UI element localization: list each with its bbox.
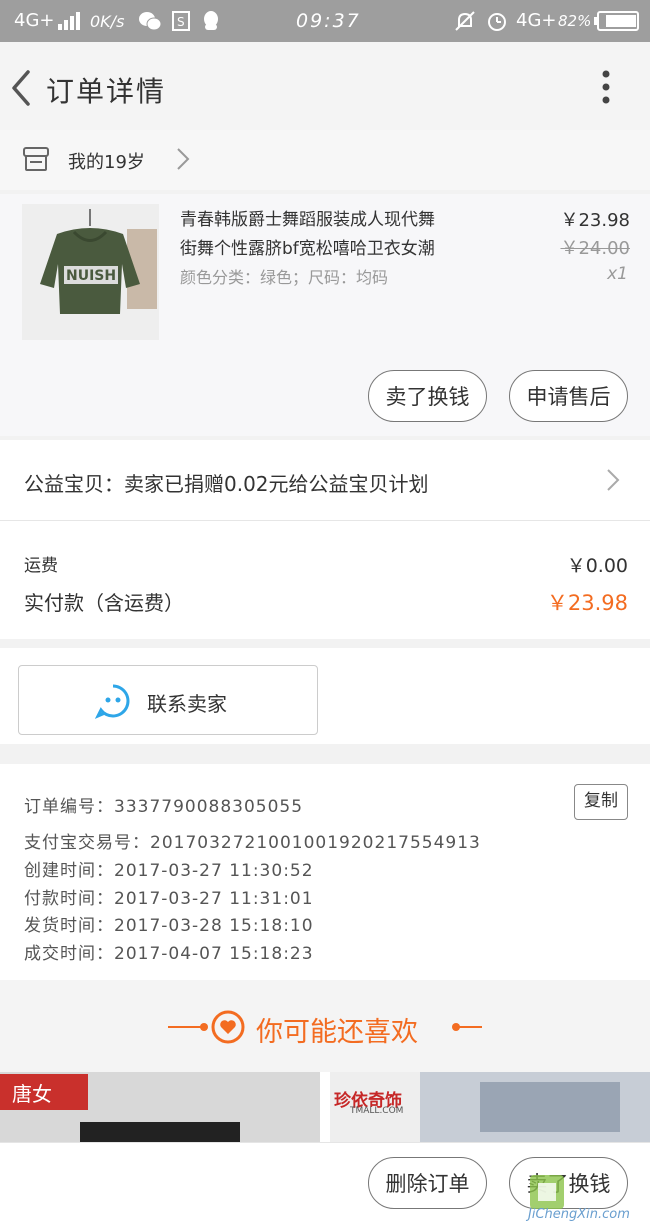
store-icon	[22, 146, 50, 176]
sell-exchange-button-bottom[interactable]: 卖了换钱	[509, 1157, 628, 1209]
shipping-label: 运费	[24, 556, 58, 576]
fees-section: 运费 ￥0.00 实付款（含运费） ￥23.98	[0, 521, 650, 639]
recommend-title: 你可能还喜欢	[256, 1017, 418, 1048]
paid-time: 付款时间：2017-03-27 11:31:01	[24, 889, 314, 909]
contact-seller-label: 联系卖家	[147, 692, 227, 716]
watermark-text: JiChengXin.com	[528, 1207, 630, 1222]
shipped-time: 发货时间：2017-03-28 15:18:10	[24, 916, 314, 936]
shop-row[interactable]: 我的19岁	[0, 130, 650, 190]
paid-label: 实付款（含运费）	[24, 591, 184, 615]
heart-icon	[211, 1010, 245, 1048]
product-title-line2: 街舞个性露脐bf宽松嘻哈卫衣女潮	[180, 239, 435, 259]
recommend-card-2[interactable]: 珍依奇饰 TMALL.COM	[330, 1072, 650, 1142]
network-indicator: 4G+	[14, 10, 55, 31]
dot-left	[200, 1023, 208, 1031]
completed-time: 成交时间：2017-04-07 15:18:23	[24, 944, 314, 964]
product-thumb	[80, 1122, 240, 1142]
signal-icon	[58, 12, 80, 35]
alipay-number: 支付宝交易号：2017032721001001920217554913	[24, 833, 481, 853]
brand-sub: TMALL.COM	[350, 1106, 404, 1116]
product-title[interactable]: 青春韩版爵士舞蹈服装成人现代舞 街舞个性露脐bf宽松嘻哈卫衣女潮	[180, 206, 515, 264]
alarm-icon	[486, 10, 508, 37]
recommend-card-1[interactable]: 唐女	[0, 1072, 320, 1142]
divider-right	[458, 1026, 482, 1028]
recommend-list: 唐女 珍依奇饰 TMALL.COM	[0, 1072, 650, 1142]
contact-seller-button[interactable]: 联系卖家	[18, 665, 318, 735]
shipping-value: ￥0.00	[566, 555, 628, 577]
divider-left	[168, 1026, 204, 1028]
chevron-right-icon	[606, 468, 620, 496]
product-item[interactable]: NUISH 青春韩版爵士舞蹈服装成人现代舞 街舞个性露脐bf宽松嘻哈卫衣女潮 颜…	[0, 194, 650, 436]
chat-icon	[94, 683, 131, 723]
product-original-price: ￥24.00	[560, 238, 630, 259]
contact-section: 联系卖家	[0, 648, 650, 744]
product-sku: 颜色分类：绿色；尺码：均码	[180, 268, 389, 287]
paid-value: ￥23.98	[546, 591, 628, 615]
product-title-line1: 青春韩版爵士舞蹈服装成人现代舞	[180, 210, 435, 230]
charity-text: 公益宝贝：卖家已捐赠0.02元给公益宝贝计划	[24, 472, 429, 496]
charity-row[interactable]: 公益宝贝：卖家已捐赠0.02元给公益宝贝计划	[0, 440, 650, 521]
bottom-action-bar: 删除订单 卖了换钱 JiChengXin.com	[0, 1142, 650, 1225]
chevron-right-icon	[176, 147, 190, 175]
product-thumb	[480, 1082, 620, 1132]
app-icon: S	[172, 11, 190, 36]
status-bar: 4G+ 0K/s S 09:37 4G+ 82%	[0, 0, 650, 42]
product-image-print: NUISH	[66, 268, 116, 284]
shop-name[interactable]: 我的19岁	[68, 148, 145, 174]
order-info: 订单编号：3337790088305055 复制 支付宝交易号：20170327…	[0, 764, 650, 980]
network-speed: 0K/s	[90, 12, 125, 31]
created-time: 创建时间：2017-03-27 11:30:52	[24, 861, 314, 881]
product-image[interactable]: NUISH	[22, 204, 159, 340]
app-header: 订单详情	[0, 42, 650, 130]
delete-order-button[interactable]: 删除订单	[368, 1157, 487, 1209]
wechat-icon	[138, 11, 162, 36]
qq-icon	[202, 10, 220, 37]
mute-icon	[454, 10, 476, 37]
apply-after-sale-button[interactable]: 申请售后	[509, 370, 628, 422]
recommend-header: 你可能还喜欢	[0, 980, 650, 1072]
more-menu-icon[interactable]	[596, 68, 616, 108]
battery-percent: 82%	[558, 12, 592, 30]
product-price: ￥23.98	[560, 210, 630, 231]
svg-text:S: S	[177, 15, 185, 29]
brand-name: 唐女	[12, 1082, 52, 1106]
clock: 09:37	[296, 10, 361, 32]
page-title: 订单详情	[46, 75, 167, 108]
network-indicator-right: 4G+	[516, 10, 557, 31]
sell-exchange-button[interactable]: 卖了换钱	[368, 370, 487, 422]
product-quantity: x1	[607, 264, 628, 284]
copy-button[interactable]: 复制	[574, 784, 628, 820]
battery-icon	[594, 11, 640, 36]
order-number: 订单编号：3337790088305055	[24, 797, 304, 817]
back-arrow-icon[interactable]	[8, 68, 38, 108]
